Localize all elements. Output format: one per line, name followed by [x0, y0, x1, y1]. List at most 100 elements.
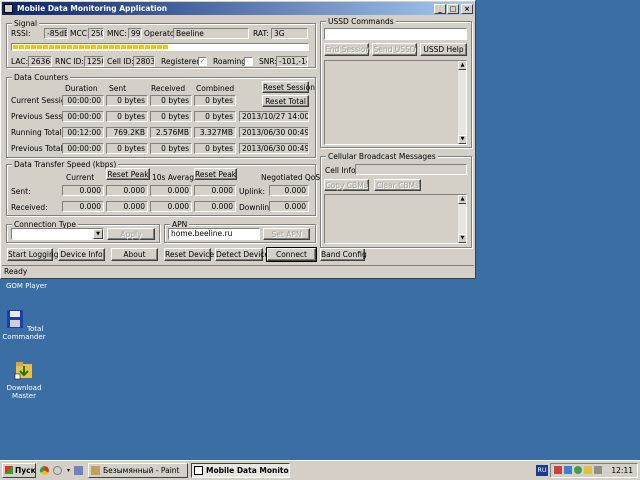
download-folder-icon	[14, 362, 32, 380]
scroll-down-icon[interactable]: ▼	[458, 234, 466, 243]
previous-duration: 00:00:00	[62, 111, 104, 122]
gom-player-label[interactable]: GOM Player	[6, 281, 47, 291]
connect-button[interactable]: Connect	[266, 247, 317, 262]
roaming-checkbox[interactable]	[244, 57, 253, 66]
running-received: 2.576MB	[150, 127, 192, 138]
ussd-help-button[interactable]: USSD Help	[420, 43, 467, 56]
data-counters-label: Data Counters	[12, 73, 71, 82]
end-session-button[interactable]: End Session	[324, 43, 370, 56]
recv-current: 0.000	[62, 201, 104, 212]
sent-current-peak: 0.000	[106, 185, 148, 196]
chevron-down-icon[interactable]: ▾	[67, 467, 70, 474]
reset-device-button[interactable]: Reset Device	[164, 248, 214, 261]
sent-current: 0.000	[62, 185, 104, 196]
chevron-down-icon[interactable]: ▼	[93, 229, 103, 239]
rssi-field: -85dBm	[44, 28, 68, 39]
cell-id-field: 28034	[133, 56, 155, 67]
running-date: 2013/06/30 00:49:06	[239, 127, 309, 138]
row-running-label: Running Total:	[11, 128, 65, 137]
taskbar-paint[interactable]: Безымянный - Paint	[88, 463, 188, 478]
clear-cbms-button[interactable]: Clear CBMs	[374, 179, 421, 191]
volume-icon[interactable]	[584, 466, 592, 474]
recv-avg: 0.000	[150, 201, 192, 212]
close-button[interactable]: ×	[461, 4, 473, 14]
start-logging-button[interactable]: Start Logging	[7, 248, 58, 261]
operator-field: Beeline	[173, 28, 249, 39]
windows-logo-icon	[5, 466, 13, 474]
col-sent: Sent	[109, 84, 127, 93]
tray-misc-icon[interactable]	[594, 466, 602, 474]
reset-session-button[interactable]: Reset Session	[262, 81, 315, 93]
total-commander-shortcut[interactable]: Total Commander	[1, 309, 47, 341]
speed-group-label: Data Transfer Speed (kbps)	[12, 160, 119, 169]
status-text: Ready	[4, 267, 28, 276]
network-icon[interactable]	[564, 466, 572, 474]
set-apn-button[interactable]: Set APN	[263, 228, 310, 240]
running-combined: 3.327MB	[194, 127, 236, 138]
start-button[interactable]: Пуск	[2, 463, 36, 478]
scroll-down-icon[interactable]: ▼	[458, 135, 466, 144]
registered-checkbox[interactable]: ✓	[198, 57, 207, 66]
tray-status-icon[interactable]	[574, 466, 582, 474]
desktop-icon[interactable]	[74, 466, 83, 475]
ussd-response-area[interactable]: ▲ ▼	[324, 60, 467, 145]
speed-received-label: Received:	[11, 203, 48, 212]
chrome-icon[interactable]	[40, 466, 49, 475]
prevtotal-combined: 0 bytes	[194, 143, 236, 154]
cell-id-label: Cell ID:	[107, 57, 134, 66]
rnc-label: RNC ID:	[55, 57, 84, 66]
taskbar-mdma-label: Mobile Data Monitori...	[206, 466, 289, 475]
app-icon	[4, 4, 13, 13]
download-master-shortcut[interactable]: Download Master	[1, 360, 47, 400]
paint-icon	[91, 466, 100, 475]
previous-date: 2013/10/27 14:00:20	[239, 111, 309, 122]
signal-group-label: Signal	[12, 19, 40, 28]
col-duration: Duration	[65, 84, 98, 93]
lac-field: 26368	[28, 56, 52, 67]
connection-type-select[interactable]: ▼	[11, 228, 104, 240]
ussd-group-label: USSD Commands	[326, 17, 396, 26]
band-config-button[interactable]: Band Config	[320, 248, 367, 261]
lac-label: LAC:	[11, 57, 29, 66]
reset-peak-avg-button[interactable]: Reset Peak	[194, 168, 237, 180]
row-prevtotal-label: Previous Total:	[11, 144, 66, 153]
prevtotal-received: 0 bytes	[150, 143, 192, 154]
taskbar-mdma[interactable]: Mobile Data Monitori...	[191, 463, 290, 478]
sent-avg: 0.000	[150, 185, 192, 196]
speed-avg-header: 10s Average	[152, 173, 199, 182]
clock[interactable]: 12:11	[611, 464, 633, 477]
apn-input[interactable]: home.beeline.ru	[168, 228, 260, 240]
uplink-label: Uplink:	[239, 187, 266, 196]
send-ussd-button[interactable]: Send USSD	[372, 43, 417, 56]
about-button[interactable]: About	[111, 248, 158, 261]
tray-app-icon[interactable]	[554, 466, 562, 474]
qos-header: Negotiated QoS	[261, 173, 321, 182]
signal-strength-bar	[11, 43, 309, 51]
detect-device-button[interactable]: Detect Device	[215, 248, 269, 261]
reset-peak-current-button[interactable]: Reset Peak	[106, 168, 150, 180]
ussd-scrollbar[interactable]: ▲ ▼	[457, 61, 466, 144]
col-received: Received	[151, 84, 186, 93]
reset-total-button[interactable]: Reset Total	[262, 95, 309, 107]
cbm-scrollbar[interactable]: ▲ ▼	[457, 195, 466, 243]
running-sent: 769.2KB	[106, 127, 148, 138]
prevtotal-date: 2013/06/30 00:49:06	[239, 143, 309, 154]
rnc-field: 1250	[84, 56, 104, 67]
prevtotal-duration: 00:00:00	[62, 143, 104, 154]
maximize-button[interactable]: □	[447, 4, 459, 14]
language-indicator[interactable]: RU	[536, 465, 548, 476]
minimize-button[interactable]: _	[434, 4, 446, 14]
apply-button[interactable]: Apply	[107, 228, 155, 240]
title-bar[interactable]: Mobile Data Monitoring Application _ □ ×	[2, 2, 474, 15]
copy-cbms-button[interactable]: Copy CBMs	[324, 179, 369, 191]
snr-field: -101,-14	[276, 56, 308, 67]
device-info-button[interactable]: Device Info	[58, 248, 105, 261]
cbm-message-area[interactable]: ▲ ▼	[324, 194, 467, 244]
downlink-field: 0.000	[269, 201, 309, 212]
scroll-up-icon[interactable]: ▲	[458, 195, 466, 204]
ussd-input[interactable]	[324, 28, 467, 40]
quicklaunch-icon[interactable]	[53, 466, 62, 475]
previous-sent: 0 bytes	[106, 111, 148, 122]
scroll-up-icon[interactable]: ▲	[458, 61, 466, 70]
taskbar: Пуск ▾ Безымянный - Paint Mobile Data Mo…	[0, 460, 640, 480]
